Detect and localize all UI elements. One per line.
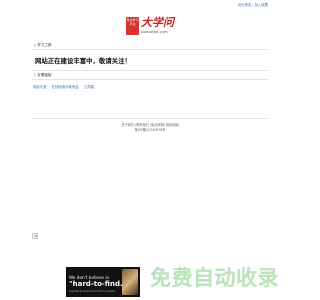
footer: 关于我们|联系我们|免责声明|网站地图 豫ICP备12345678号 [0, 123, 300, 133]
logo-seal-text: 专业学习平台 [126, 18, 139, 26]
watermark-text: 免费自动收录 [150, 266, 279, 290]
page: 设为首页|加入收藏 专业学习平台 大学问 Daxuewt.com ◎学习工具 网… [0, 0, 300, 300]
top-links: 设为首页|加入收藏 [238, 2, 268, 7]
footer-link-disclaimer[interactable]: 免责声明 [151, 123, 164, 127]
friend-link[interactable]: 电影天堂 [33, 85, 47, 89]
footer-link-about[interactable]: 关于我们 [121, 123, 134, 127]
add-favorite-link[interactable]: 加入收藏 [254, 3, 268, 7]
divider [32, 49, 268, 50]
logo-seal: 专业学习平台 [126, 17, 139, 35]
construction-notice: 网站正在建设丰富中，敬请关注！ [35, 57, 131, 65]
section-label: 友情链接 [37, 73, 52, 77]
section-title-study-tools: ◎学习工具 [33, 43, 52, 48]
section-label: 学习工具 [37, 43, 52, 47]
ad-line-3: Supplies & Solutions for Every Industry [69, 290, 116, 293]
collapse-button[interactable]: ◄ [32, 233, 38, 239]
ad-line-2: "hard-to-find." [69, 280, 127, 288]
site-logo[interactable]: 专业学习平台 大学问 Daxuewt.com [126, 17, 174, 35]
bullet-icon: ◎ [33, 73, 37, 77]
footer-link-sitemap[interactable]: 网站地图 [166, 123, 179, 127]
ad-banner[interactable]: We don't believe in "hard-to-find." Supp… [66, 267, 140, 297]
divider [32, 118, 268, 119]
logo-domain: Daxuewt.com [141, 30, 168, 34]
logo-text: 大学问 Daxuewt.com [141, 16, 174, 35]
divider [32, 70, 268, 71]
footer-icp[interactable]: 豫ICP备12345678号 [0, 128, 300, 133]
divider [32, 79, 268, 80]
friend-links-list: 电影天堂 在线阅读开卷有益 工具箱 [33, 84, 99, 89]
set-homepage-link[interactable]: 设为首页 [238, 3, 252, 7]
friend-link[interactable]: 在线阅读开卷有益 [52, 85, 79, 89]
friend-link[interactable]: 工具箱 [84, 85, 94, 89]
logo-name: 大学问 [141, 16, 174, 29]
ad-product-image [122, 269, 138, 295]
footer-link-contact[interactable]: 联系我们 [136, 123, 149, 127]
bullet-icon: ◎ [33, 43, 37, 47]
section-title-friend-links: ◎友情链接 [33, 73, 52, 78]
